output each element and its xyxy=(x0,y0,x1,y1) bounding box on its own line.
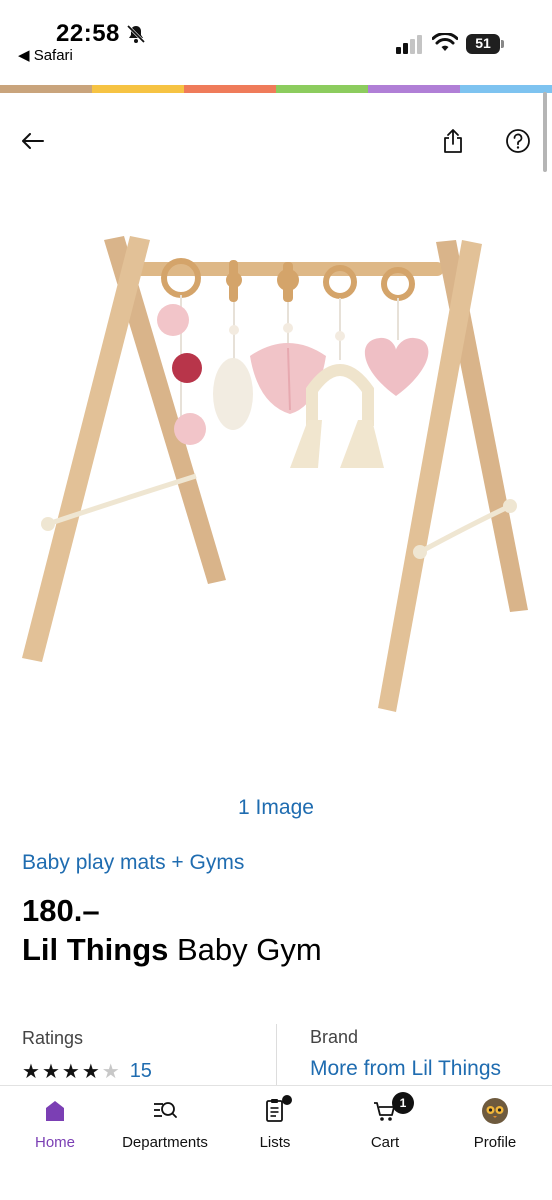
product-price: 180.– xyxy=(22,893,100,928)
brand-strip-segment xyxy=(184,85,276,93)
gym-left-leg-front xyxy=(22,236,150,662)
battery-icon: 51 xyxy=(466,34,504,54)
nav-label-departments: Departments xyxy=(122,1134,208,1151)
status-time: 22:58 xyxy=(56,20,120,47)
product-name: Baby Gym xyxy=(177,932,322,967)
product-title: Lil Things Baby Gym xyxy=(22,932,322,968)
gym-right-leg-front xyxy=(378,240,482,712)
bottom-nav: Home Departments Lists 1 Cart Profile xyxy=(0,1085,552,1200)
cart-badge: 1 xyxy=(392,1092,414,1114)
status-bar: 22:58 ◀ Safari 51 xyxy=(0,0,552,84)
arrow-left-icon xyxy=(22,133,44,149)
info-divider xyxy=(276,1024,277,1086)
star-icon: ★ xyxy=(101,1060,120,1083)
brand-strip-segment xyxy=(460,85,552,93)
star-icon: ★ xyxy=(81,1060,100,1083)
nav-label-profile: Profile xyxy=(473,1134,517,1151)
lists-notification-dot xyxy=(282,1095,292,1105)
nav-label-home: Home xyxy=(34,1134,75,1151)
help-circle-icon xyxy=(506,129,530,153)
brand-link[interactable]: More from Lil Things xyxy=(310,1057,501,1081)
wifi-icon xyxy=(432,33,458,51)
back-button[interactable] xyxy=(16,124,50,158)
nav-label-lists: Lists xyxy=(259,1134,291,1151)
product-image[interactable] xyxy=(0,200,552,760)
ratings-label: Ratings xyxy=(22,1028,84,1048)
brand-strip-segment xyxy=(276,85,368,93)
nav-profile[interactable]: Profile xyxy=(440,1086,550,1166)
back-to-safari-link[interactable]: ◀ Safari xyxy=(18,46,73,64)
help-button[interactable] xyxy=(501,124,535,158)
share-button[interactable] xyxy=(436,124,470,158)
category-link[interactable]: Baby play mats + Gyms xyxy=(22,851,244,875)
home-icon xyxy=(46,1101,64,1121)
scroll-indicator[interactable] xyxy=(543,92,547,172)
brand-strip-segment xyxy=(0,85,92,93)
star-icon: ★ xyxy=(41,1060,60,1083)
departments-search-icon xyxy=(154,1102,177,1118)
star-icon: ★ xyxy=(22,1060,40,1083)
nav-cart[interactable]: 1 Cart xyxy=(330,1086,440,1166)
brand-label: Brand xyxy=(310,1027,359,1047)
product-brand: Lil Things xyxy=(22,932,169,967)
nav-lists[interactable]: Lists xyxy=(220,1086,330,1166)
image-count-link[interactable]: 1 Image xyxy=(0,796,552,820)
rating-count[interactable]: 15 xyxy=(130,1060,152,1083)
battery-level: 51 xyxy=(475,35,491,51)
cellular-signal-icon xyxy=(396,35,422,54)
share-icon xyxy=(444,129,462,153)
bell-off-icon xyxy=(126,24,146,44)
nav-label-cart: Cart xyxy=(370,1134,400,1151)
nav-home[interactable]: Home xyxy=(0,1086,110,1166)
brand-strip-segment xyxy=(368,85,460,93)
brand-strip-segment xyxy=(92,85,184,93)
star-icon: ★ xyxy=(61,1060,80,1083)
rating-stars[interactable]: ★ ★ ★ ★ ★ 15 xyxy=(22,1060,152,1083)
gym-right-leg-back xyxy=(436,240,528,612)
nav-departments[interactable]: Departments xyxy=(110,1086,220,1166)
brand-color-strip xyxy=(0,85,552,93)
avatar-icon xyxy=(482,1098,508,1124)
